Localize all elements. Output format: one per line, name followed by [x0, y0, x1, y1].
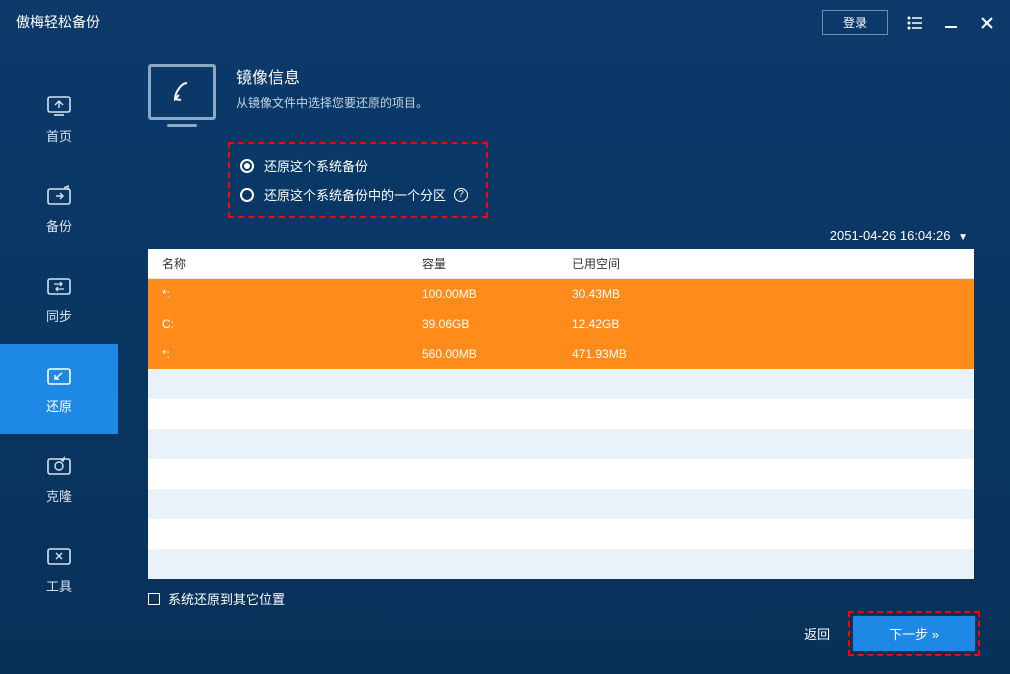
page-header: 镜像信息 从镜像文件中选择您要还原的项目。	[148, 64, 974, 120]
page-subtitle: 从镜像文件中选择您要还原的项目。	[236, 94, 428, 111]
sidebar-item-backup[interactable]: 备份	[0, 164, 118, 254]
partition-table: 名称 容量 已用空间 *: 100.00MB 30.43MB C: 39.06G…	[148, 249, 974, 575]
cell-used: 30.43MB	[572, 287, 960, 301]
option-label: 还原这个系统备份中的一个分区	[264, 185, 446, 204]
next-button-highlight: 下一步 »	[848, 611, 980, 656]
checkbox-icon[interactable]	[148, 593, 160, 605]
backup-timestamp[interactable]: 2051-04-26 16:04:26 ▼	[148, 228, 974, 243]
cell-used: 12.42GB	[572, 317, 960, 331]
cell-name: C:	[162, 317, 422, 331]
table-row	[148, 519, 974, 549]
restore-icon	[45, 364, 73, 388]
main-panel: 镜像信息 从镜像文件中选择您要还原的项目。 还原这个系统备份 还原这个系统备份中…	[118, 44, 1010, 674]
sidebar-item-label: 同步	[46, 306, 72, 325]
tools-icon	[45, 544, 73, 568]
sidebar-item-clone[interactable]: 克隆	[0, 434, 118, 524]
col-header-name: 名称	[162, 255, 422, 272]
table-row[interactable]: C: 39.06GB 12.42GB	[148, 309, 974, 339]
menu-list-icon[interactable]	[906, 14, 924, 32]
table-row	[148, 369, 974, 399]
back-button[interactable]: 返回	[804, 624, 830, 643]
page-header-text: 镜像信息 从镜像文件中选择您要还原的项目。	[236, 64, 428, 111]
col-header-used: 已用空间	[572, 255, 960, 272]
sidebar-item-label: 还原	[46, 396, 72, 415]
close-icon[interactable]	[978, 14, 996, 32]
image-info-icon	[148, 64, 216, 120]
table-row	[148, 429, 974, 459]
table-row	[148, 489, 974, 519]
option-restore-partition[interactable]: 还原这个系统备份中的一个分区 ?	[240, 185, 468, 204]
sidebar-item-tools[interactable]: 工具	[0, 524, 118, 614]
sidebar: 首页 备份 同步 还原 克隆	[0, 44, 118, 674]
radio-icon[interactable]	[240, 159, 254, 173]
cell-used: 471.93MB	[572, 347, 960, 361]
table-header: 名称 容量 已用空间	[148, 249, 974, 279]
container: 首页 备份 同步 还原 克隆	[0, 44, 1010, 674]
home-icon	[45, 94, 73, 118]
option-restore-full[interactable]: 还原这个系统备份	[240, 156, 468, 175]
table-row	[148, 459, 974, 489]
restore-options: 还原这个系统备份 还原这个系统备份中的一个分区 ?	[228, 142, 974, 218]
restore-option-box: 还原这个系统备份 还原这个系统备份中的一个分区 ?	[228, 142, 488, 218]
next-button[interactable]: 下一步 »	[853, 616, 975, 651]
clone-icon	[45, 454, 73, 478]
chevron-down-icon: ▼	[958, 232, 968, 243]
sidebar-item-label: 克隆	[46, 486, 72, 505]
app-title: 傲梅轻松备份	[16, 12, 100, 32]
sidebar-item-label: 首页	[46, 126, 72, 145]
table-row	[148, 399, 974, 429]
sidebar-item-label: 备份	[46, 216, 72, 235]
cell-size: 100.00MB	[422, 287, 572, 301]
help-icon[interactable]: ?	[454, 188, 468, 202]
col-header-size: 容量	[422, 255, 572, 272]
backup-icon	[45, 184, 73, 208]
sidebar-item-home[interactable]: 首页	[0, 74, 118, 164]
login-button[interactable]: 登录	[822, 10, 888, 35]
checkbox-label: 系统还原到其它位置	[168, 589, 285, 608]
sidebar-item-sync[interactable]: 同步	[0, 254, 118, 344]
option-label: 还原这个系统备份	[264, 156, 368, 175]
radio-icon[interactable]	[240, 188, 254, 202]
cell-size: 39.06GB	[422, 317, 572, 331]
sidebar-item-label: 工具	[46, 576, 72, 595]
page-title: 镜像信息	[236, 64, 428, 88]
app-window: 傲梅轻松备份 登录 首页 备份 同步	[0, 0, 1010, 674]
cell-name: *:	[162, 347, 422, 361]
table-row[interactable]: *: 560.00MB 471.93MB	[148, 339, 974, 369]
restore-to-other-location[interactable]: 系统还原到其它位置	[148, 589, 974, 608]
titlebar: 傲梅轻松备份 登录	[0, 0, 1010, 44]
minimize-icon[interactable]	[942, 14, 960, 32]
cell-name: *:	[162, 287, 422, 301]
table-row	[148, 549, 974, 579]
cell-size: 560.00MB	[422, 347, 572, 361]
titlebar-right: 登录	[822, 10, 996, 35]
sync-icon	[45, 274, 73, 298]
table-row[interactable]: *: 100.00MB 30.43MB	[148, 279, 974, 309]
sidebar-item-restore[interactable]: 还原	[0, 344, 118, 434]
bottom-actions: 返回 下一步 »	[804, 611, 980, 656]
timestamp-text: 2051-04-26 16:04:26	[830, 228, 951, 243]
